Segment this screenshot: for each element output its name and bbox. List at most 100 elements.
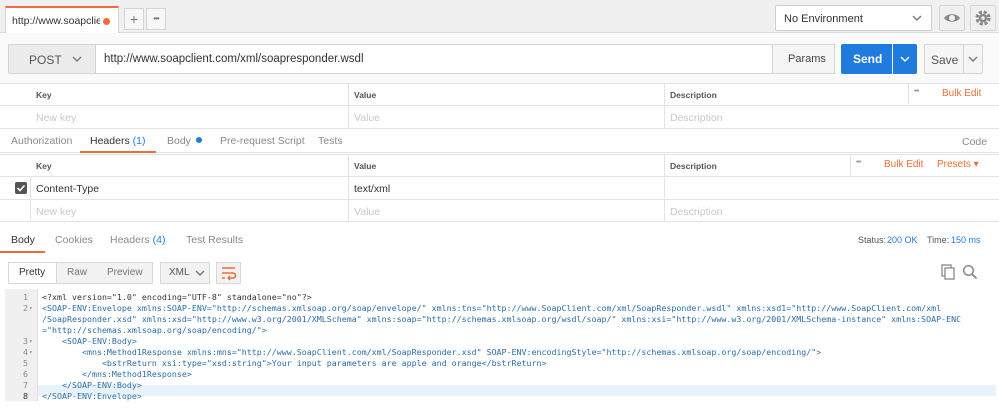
response-tab-headers-label: Headers	[110, 234, 150, 246]
method-select[interactable]: POST	[8, 44, 96, 74]
code-line: <mns:Method1Response xmlns:mns="http://w…	[42, 347, 822, 357]
tab-headers-count: (1)	[132, 135, 146, 147]
eye-icon	[944, 14, 960, 22]
pretty-label: Pretty	[19, 267, 46, 278]
send-options-button[interactable]	[893, 44, 917, 74]
line-number: 7	[23, 380, 28, 390]
presets-dropdown[interactable]: Presets ▾	[937, 159, 979, 170]
params-new-description-input[interactable]: Description	[670, 112, 723, 124]
chevron-down-icon	[72, 56, 82, 62]
header-row: Content-Type text/xml	[0, 176, 999, 199]
headers-description-header: Description	[670, 161, 717, 171]
fold-arrow-icon[interactable]: ▾	[29, 305, 33, 312]
line-number: 2	[23, 303, 28, 313]
chevron-down-icon	[900, 56, 910, 63]
headers-more-button[interactable]: •••	[856, 159, 861, 166]
url-value: http://www.soapclient.com/xml/soaprespon…	[104, 53, 364, 65]
response-tab-cookies[interactable]: Cookies	[55, 234, 93, 246]
headers-new-key-input[interactable]: New key	[36, 206, 76, 218]
chevron-down-icon	[968, 56, 978, 62]
quick-look-button[interactable]	[939, 5, 965, 31]
tab-pre-request-script[interactable]: Pre-request Script	[220, 135, 305, 147]
more-tabs-button[interactable]: •••	[146, 8, 166, 30]
code-line: </mns:Method1Response>	[42, 369, 192, 379]
status-label: Status:	[858, 235, 887, 245]
column-divider	[348, 154, 349, 222]
params-label: Params	[788, 53, 826, 65]
column-divider	[664, 154, 665, 222]
send-label: Send	[853, 52, 883, 66]
wrap-lines-button[interactable]	[216, 262, 241, 284]
header-enabled-checkbox[interactable]	[15, 182, 27, 194]
response-tab-headers[interactable]: Headers (4)	[110, 234, 165, 246]
response-tabs: Body Cookies Headers (4) Test Results St…	[0, 228, 999, 254]
url-input[interactable]: http://www.soapclient.com/xml/soaprespon…	[96, 44, 773, 74]
params-header-row: Key Value Description ••• Bulk Edit	[0, 83, 999, 105]
line-number: 4	[23, 347, 28, 357]
params-more-button[interactable]: •••	[914, 88, 919, 95]
send-button[interactable]: Send	[841, 44, 892, 74]
line-number: 6	[23, 369, 28, 379]
header-value[interactable]: text/xml	[354, 183, 390, 195]
tab-authorization[interactable]: Authorization	[11, 135, 72, 147]
params-bulk-edit-link[interactable]: Bulk Edit	[942, 88, 981, 99]
code-line: <SOAP-ENV:Envelope xmlns:SOAP-ENV="http:…	[42, 303, 942, 313]
code-line: ="http://schemas.xmlsoap.org/soap/encodi…	[42, 325, 267, 335]
fold-arrow-icon[interactable]: ▾	[29, 349, 33, 356]
code-line: <?xml version="1.0" encoding="UTF-8" sta…	[42, 292, 312, 302]
save-options-button[interactable]	[963, 44, 983, 74]
request-tabs: Authorization Headers (1) Body Pre-reque…	[0, 128, 999, 153]
preview-button[interactable]: Preview	[107, 267, 143, 278]
headers-bulk-edit-link[interactable]: Bulk Edit	[884, 159, 923, 170]
gear-icon	[975, 10, 991, 26]
fold-arrow-icon[interactable]: ▾	[29, 338, 33, 345]
code-link[interactable]: Code	[962, 136, 987, 148]
column-divider	[664, 83, 665, 128]
format-select[interactable]: XML	[160, 262, 210, 284]
request-tab[interactable]: http://www.soapclient	[5, 6, 119, 34]
response-body-editor[interactable]: 1 2 ▾ 3 ▾ 4 ▾ 5 6 7 8 <?xml version="1.0…	[0, 289, 999, 419]
unsaved-dot-icon	[103, 18, 110, 25]
header-key[interactable]: Content-Type	[36, 183, 99, 195]
line-number: 1	[23, 292, 28, 302]
wrap-lines-icon	[222, 267, 237, 281]
tab-tests[interactable]: Tests	[318, 135, 343, 147]
response-tab-headers-count: (4)	[152, 234, 166, 246]
headers-new-value-input[interactable]: Value	[354, 206, 380, 218]
headers-new-description-input[interactable]: Description	[670, 206, 723, 218]
active-response-tab-indicator	[0, 251, 45, 253]
copy-icon[interactable]	[940, 264, 956, 280]
search-icon[interactable]	[962, 264, 978, 280]
tab-headers[interactable]: Headers (1)	[90, 135, 145, 147]
status-value: 200 OK	[887, 235, 918, 245]
params-button[interactable]: Params	[772, 44, 835, 74]
pretty-button[interactable]: Pretty	[9, 263, 57, 283]
environment-select[interactable]: No Environment	[775, 5, 932, 31]
request-url-bar: POST http://www.soapclient.com/xml/soapr…	[0, 33, 999, 83]
code-line: <SOAP-ENV:Body>	[42, 336, 137, 346]
new-tab-button[interactable]: +	[124, 8, 144, 30]
params-new-key-input[interactable]: New key	[36, 112, 76, 124]
headers-value-header: Value	[354, 161, 377, 171]
save-button[interactable]: Save	[924, 44, 964, 74]
line-number: 8	[23, 391, 28, 401]
column-divider	[850, 155, 851, 175]
save-label: Save	[931, 53, 959, 67]
raw-button[interactable]: Raw	[67, 267, 87, 278]
chevron-down-icon	[195, 270, 205, 276]
response-tab-body[interactable]: Body	[11, 234, 35, 246]
params-description-header: Description	[670, 90, 717, 100]
params-new-value-input[interactable]: Value	[354, 112, 380, 124]
tab-body[interactable]: Body	[167, 135, 202, 147]
headers-key-header: Key	[36, 161, 52, 171]
body-dot-icon	[195, 137, 202, 143]
request-tab-title: http://www.soapclient	[12, 15, 100, 27]
params-key-header: Key	[36, 90, 52, 100]
code-line: </SOAP-ENV:Body>	[42, 380, 142, 390]
column-divider	[30, 176, 31, 222]
response-tab-test-results[interactable]: Test Results	[186, 234, 243, 246]
chevron-down-icon	[912, 15, 922, 21]
headers-new-row: New key Value Description	[0, 199, 999, 222]
manage-environments-button[interactable]	[970, 5, 996, 31]
tab-headers-label: Headers	[90, 135, 130, 147]
